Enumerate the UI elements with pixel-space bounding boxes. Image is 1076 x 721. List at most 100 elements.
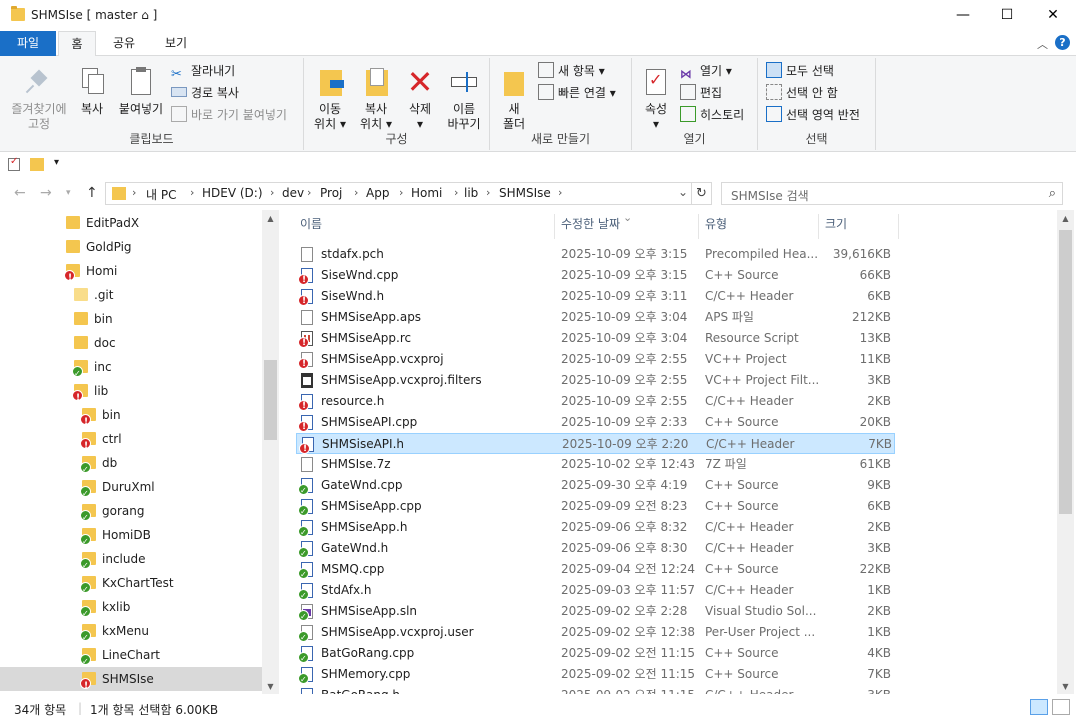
tab-view[interactable]: 보기 [152,31,200,56]
nav-scrollbar[interactable]: ▲ ▼ [262,210,279,694]
nav-item[interactable]: inc [0,355,262,386]
easy-access-button[interactable]: 빠른 연결 ▾ [538,83,616,103]
minimize-button[interactable]: — [940,0,986,31]
file-row[interactable]: SHMSiseApp.vcxproj.filters 2025-10-09 오후 … [296,370,895,391]
file-row[interactable]: SHMSIse.7z 2025-10-02 오후 12:43 7Z 파일 61KB [296,454,895,475]
nav-item[interactable]: KxChartTest [0,571,262,602]
file-row[interactable]: SHMSiseApp.aps 2025-10-09 오후 3:04 APS 파일 21… [296,307,895,328]
address-bar[interactable]: › 내 PC › HDEV (D:) › dev › Proj › App › … [105,182,692,205]
column-header-name[interactable]: 이름 [294,214,555,239]
nav-item[interactable]: Homi [0,259,262,290]
large-icons-view-icon[interactable] [1052,699,1070,715]
paste-button[interactable]: 붙여넣기 [114,66,168,117]
scroll-up-icon[interactable]: ▲ [1057,214,1074,223]
file-row[interactable]: MSMQ.cpp 2025-09-04 오전 12:24 C++ Source 22K… [296,559,895,585]
ribbon-collapse-icon[interactable]: ︿ [1037,36,1048,52]
cut-button[interactable]: ✂ 잘라내기 [171,61,235,82]
select-all-button[interactable]: 모두 선택 [766,61,834,81]
nav-item[interactable]: doc [0,331,262,355]
nav-item[interactable]: include [0,547,262,578]
nav-scroll-thumb[interactable] [264,360,277,440]
tab-share[interactable]: 공유 [100,31,148,56]
breadcrumb-item[interactable]: Proj [320,186,342,200]
file-row[interactable]: SHMSiseAPI.cpp 2025-10-09 오후 2:33 C++ Sour… [296,412,895,438]
file-row[interactable]: SiseWnd.cpp 2025-10-09 오후 3:15 C++ Source 6… [296,265,895,291]
breadcrumb-item[interactable]: Homi [411,186,442,200]
maximize-button[interactable]: ☐ [984,0,1030,31]
refresh-icon[interactable]: ↻ [692,182,712,205]
scroll-down-icon[interactable]: ▼ [262,682,279,691]
copy-button[interactable]: 복사 [72,66,112,117]
file-row[interactable]: SHMSiseApp.vcxproj.user 2025-09-02 오후 12:… [296,622,895,648]
nav-item[interactable]: db [0,451,262,482]
file-row[interactable]: SHMSiseApp.cpp 2025-09-09 오전 8:23 C++ Sour… [296,496,895,522]
nav-item[interactable]: HomiDB [0,523,262,554]
pin-quick-access-button[interactable]: 즐겨찾기에 고정 [4,66,74,132]
list-scrollbar[interactable]: ▲ ▼ [1057,210,1074,694]
select-none-button[interactable]: 선택 안 함 [766,83,838,103]
column-header-type[interactable]: 유형 [699,214,819,239]
file-row[interactable]: SHMemory.cpp 2025-09-02 오전 11:15 C++ Sourc… [296,664,895,690]
file-row[interactable]: resource.h 2025-10-09 오후 2:55 C/C++ Header… [296,391,895,417]
nav-item[interactable]: GoldPig [0,235,262,259]
breadcrumb-item[interactable]: App [366,186,389,200]
properties-qat-icon[interactable]: ✓ [8,156,20,171]
file-row[interactable]: SHMSiseApp.rc 2025-10-09 오후 3:04 Resource … [296,328,895,354]
breadcrumb-item[interactable]: HDEV (D:) [202,186,263,200]
copy-to-button[interactable]: 복사 위치 ▾ [354,66,398,132]
nav-item[interactable]: DuruXml [0,475,262,506]
scroll-down-icon[interactable]: ▼ [1057,682,1074,691]
move-to-button[interactable]: 이동 위치 ▾ [308,66,352,132]
delete-button[interactable]: ✕ 삭제 ▾ [400,66,440,132]
nav-item[interactable]: lib [0,379,262,410]
column-header-size[interactable]: 크기 [819,214,899,239]
file-row[interactable]: SHMSiseApp.sln 2025-09-02 오후 2:28 Visual S… [296,601,895,627]
nav-item[interactable]: ctrl [0,427,262,458]
edit-button[interactable]: 편집 [680,83,722,103]
file-row[interactable]: GateWnd.h 2025-09-06 오후 8:30 C/C++ Header 3… [296,538,895,564]
breadcrumb-item[interactable]: lib [464,186,478,200]
properties-button[interactable]: ✓ 속성 ▾ [638,66,674,132]
address-history-icon[interactable]: ⌄ [678,185,688,199]
column-header-date[interactable]: 수정한 날짜 ⌄ [555,211,699,239]
invert-selection-button[interactable]: 선택 영역 반전 [766,105,860,125]
back-arrow-icon[interactable]: ← [14,185,26,201]
file-row[interactable]: GateWnd.cpp 2025-09-30 오후 4:19 C++ Source 9… [296,475,895,501]
nav-item[interactable]: SHMSIse [0,667,262,698]
nav-item[interactable]: bin [0,403,262,434]
forward-arrow-icon[interactable]: → [40,185,52,201]
breadcrumb-item[interactable]: SHMSIse [499,186,551,200]
copy-path-button[interactable]: 경로 복사 [171,83,239,103]
breadcrumb-item[interactable]: 내 PC [146,186,176,203]
file-row[interactable]: BatGoRang.h 2025-09-02 오전 11:15 C/C++ Head… [296,685,895,694]
new-folder-button[interactable]: 새 폴더 [496,66,532,132]
search-input[interactable]: SHMSIse 검색 ⌕ [721,182,1063,205]
file-row[interactable]: StdAfx.h 2025-09-03 오후 11:57 C/C++ Header 1… [296,580,895,606]
details-view-icon[interactable] [1030,699,1048,715]
new-folder-qat-icon[interactable] [30,158,44,171]
new-item-button[interactable]: 새 항목 ▾ [538,61,605,81]
file-row[interactable]: BatGoRang.cpp 2025-09-02 오전 11:15 C++ Sour… [296,643,895,669]
file-row[interactable]: SHMSiseApp.h 2025-09-06 오후 8:32 C/C++ Head… [296,517,895,543]
scroll-up-icon[interactable]: ▲ [262,214,279,223]
up-arrow-icon[interactable]: ↑ [86,185,98,201]
open-button[interactable]: ⋈ 열기 ▾ [680,61,732,81]
nav-item[interactable]: LineChart [0,643,262,674]
nav-item[interactable]: .git [0,283,262,307]
recent-dropdown-icon[interactable]: ▾ [66,188,71,198]
nav-item[interactable]: EditPadX [0,211,262,235]
help-icon[interactable]: ? [1055,35,1070,50]
breadcrumb-item[interactable]: dev [282,186,304,200]
tab-file[interactable]: 파일 [0,31,56,56]
tab-home[interactable]: 홈 [58,31,96,57]
file-row[interactable]: SiseWnd.h 2025-10-09 오후 3:11 C/C++ Header 6… [296,286,895,312]
close-button[interactable]: ✕ [1030,0,1076,31]
nav-item[interactable]: kxlib [0,595,262,626]
file-row[interactable]: stdafx.pch 2025-10-09 오후 3:15 Precompiled … [296,244,895,265]
file-row[interactable]: SHMSiseApp.vcxproj 2025-10-09 오후 2:55 VC++… [296,349,895,375]
nav-item[interactable]: bin [0,307,262,331]
file-row[interactable]: SHMSiseAPI.h 2025-10-09 오후 2:20 C/C++ Head… [296,433,895,460]
rename-button[interactable]: 이름 바꾸기 [442,66,486,132]
list-scroll-thumb[interactable] [1059,230,1072,514]
qat-dropdown-icon[interactable]: ▾ [54,157,59,168]
